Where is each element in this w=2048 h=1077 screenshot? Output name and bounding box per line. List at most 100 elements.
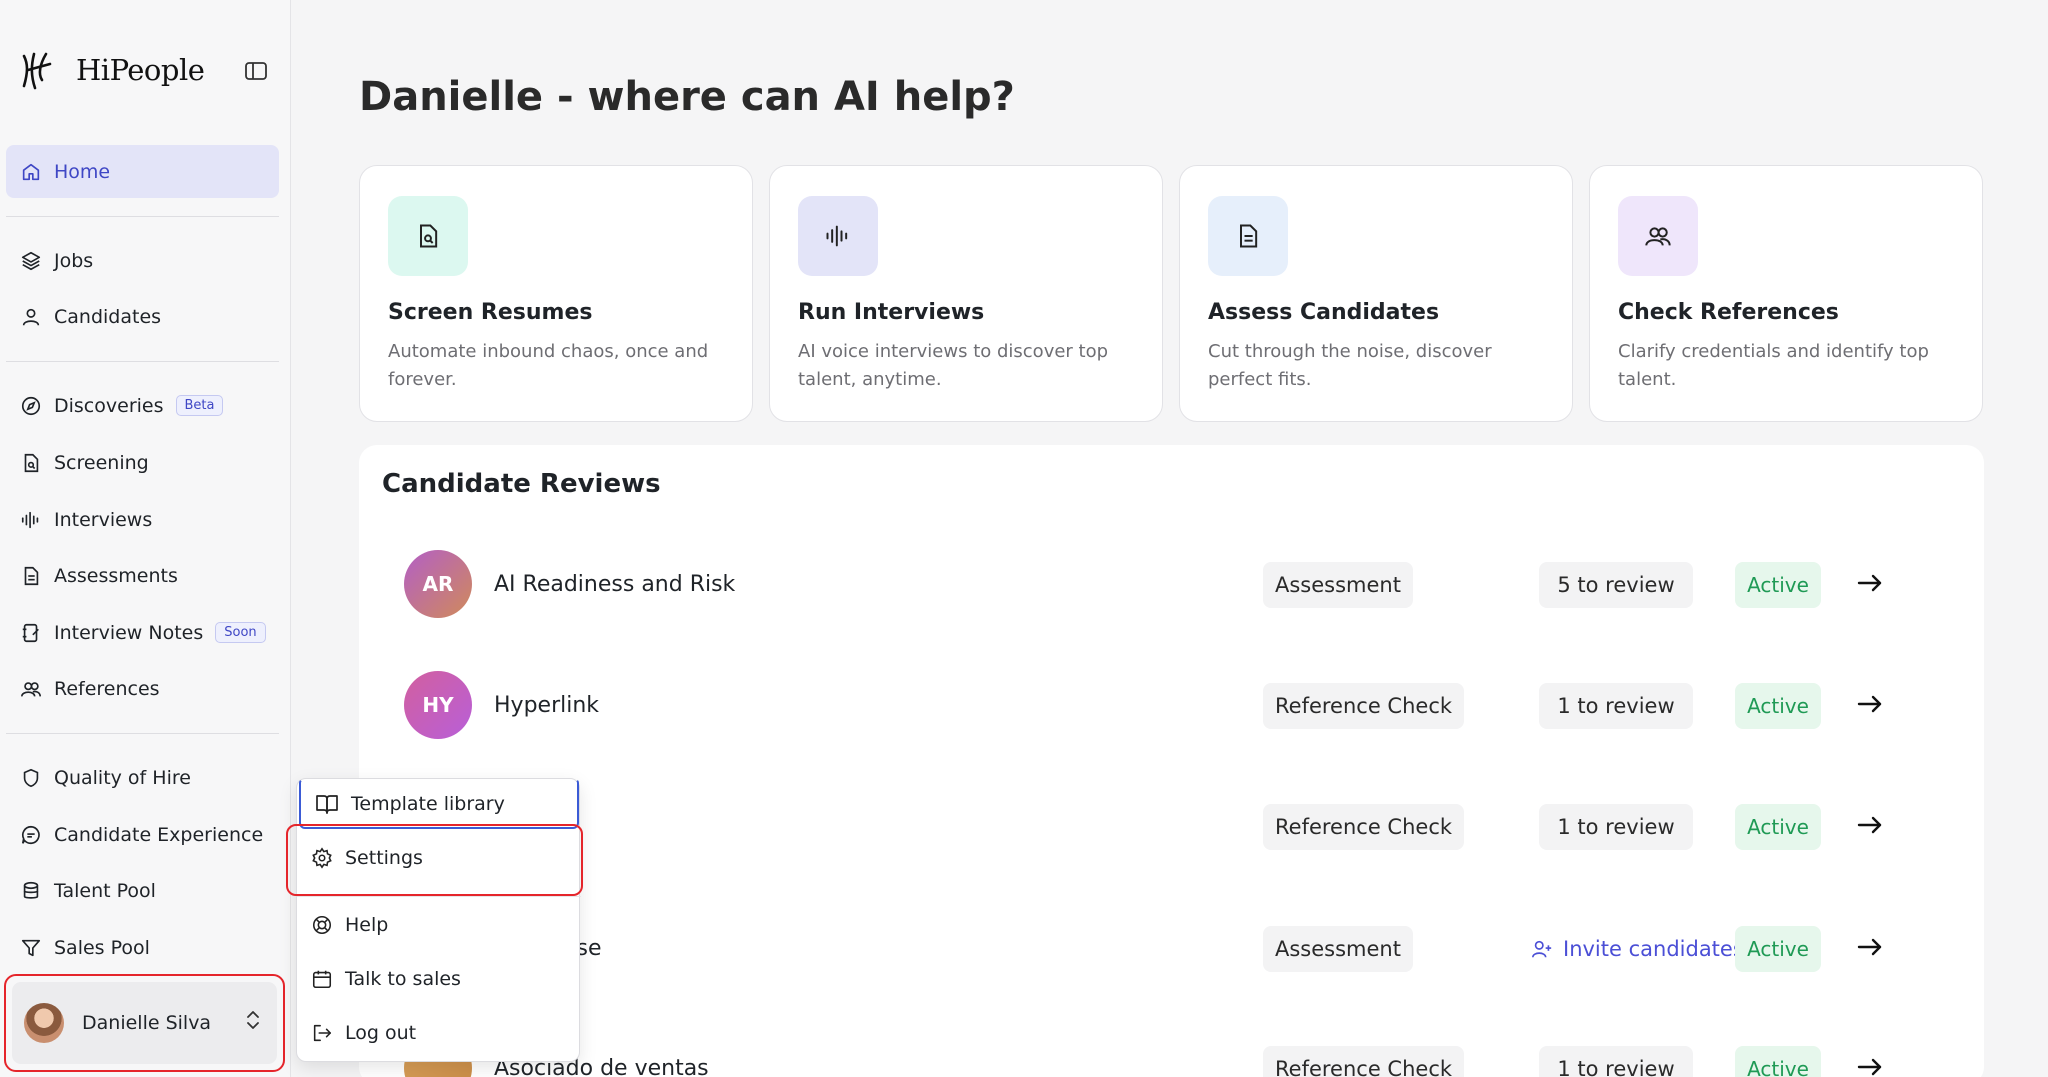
type-tag: Reference Check [1263, 1046, 1465, 1077]
card-description: Cut through the noise, discover perfect … [1208, 341, 1492, 390]
menu-item-label: Template library [351, 793, 505, 815]
type-tag: Assessment [1263, 926, 1413, 972]
menu-item-template-library[interactable]: Template library [299, 779, 579, 829]
table-row[interactable]: AR AI Readiness and Risk Assessment 5 to… [359, 550, 1984, 620]
sidebar: HiPeople Home Jobs Candidates Discoverie… [0, 0, 291, 1077]
users-icon [1645, 227, 1671, 246]
menu-item-log-out[interactable]: Log out [297, 1008, 581, 1058]
user-dropdown-menu: Template library Settings Help Talk to s… [296, 778, 581, 1062]
review-count: 1 to review [1539, 1046, 1693, 1077]
review-count: 1 to review [1539, 804, 1693, 850]
sidebar-item-label: Candidate Experience [54, 823, 264, 846]
settings-highlight [286, 824, 583, 896]
card-screen-resumes[interactable]: Screen Resumes Automate inbound chaos, o… [359, 165, 753, 422]
sidebar-item-assessments[interactable]: Assessments [6, 549, 279, 602]
shield-icon [23, 768, 39, 787]
sidebar-item-label: Sales Pool [54, 936, 150, 959]
database-icon [23, 881, 39, 899]
menu-item-label: Help [345, 914, 389, 936]
status-badge: Active [1735, 562, 1821, 608]
avatar: HY [404, 671, 472, 739]
arrow-right-icon[interactable] [1857, 570, 1883, 596]
card-title: Screen Resumes [388, 300, 593, 325]
sidebar-item-home[interactable]: Home [6, 145, 279, 198]
card-run-interviews[interactable]: Run Interviews AI voice interviews to di… [769, 165, 1163, 422]
sidebar-item-discoveries[interactable]: Discoveries Beta [6, 379, 279, 432]
type-tag: Reference Check [1263, 683, 1465, 729]
logout-icon [313, 1024, 332, 1042]
hipeople-logo-icon [22, 52, 52, 90]
user-icon [22, 308, 40, 326]
sidebar-item-talent-pool[interactable]: Talent Pool [6, 864, 279, 917]
sidebar-item-label: Jobs [54, 249, 94, 272]
user-name: Danielle Silva [82, 1012, 212, 1034]
arrow-right-icon[interactable] [1857, 691, 1883, 717]
status-badge: Active [1735, 1046, 1821, 1077]
brand-name: HiPeople [76, 53, 205, 87]
sidebar-item-references[interactable]: References [6, 662, 279, 715]
card-check-references[interactable]: Check References Clarify credentials and… [1589, 165, 1983, 422]
sidebar-item-jobs[interactable]: Jobs [6, 234, 279, 287]
brand[interactable]: HiPeople [20, 48, 205, 92]
divider [6, 216, 279, 217]
filter-icon [21, 939, 41, 956]
menu-item-help[interactable]: Help [297, 900, 581, 950]
home-icon [22, 163, 40, 180]
sidebar-item-candidate-experience[interactable]: Candidate Experience [6, 808, 279, 861]
menu-item-label: Talk to sales [345, 968, 461, 990]
file-search-icon [420, 224, 438, 248]
invite-label: Invite candidates [1563, 937, 1744, 961]
card-title: Assess Candidates [1208, 300, 1440, 325]
beta-badge: Beta [175, 395, 224, 416]
sidebar-item-screening[interactable]: Screening [6, 436, 279, 489]
arrow-right-icon[interactable] [1857, 812, 1883, 838]
sidebar-item-label: Assessments [54, 564, 178, 587]
layers-icon [21, 251, 41, 270]
row-title: AI Readiness and Risk [494, 572, 736, 597]
menu-item-talk-to-sales[interactable]: Talk to sales [297, 954, 581, 1004]
card-icon-box [388, 196, 468, 276]
candidate-reviews-panel: Candidate Reviews AR AI Readiness and Ri… [359, 445, 1984, 1077]
lifebuoy-icon [312, 915, 332, 935]
compass-icon [21, 396, 41, 415]
sidebar-toggle-icon[interactable] [244, 60, 268, 82]
users-icon [21, 681, 41, 697]
sidebar-item-sales-pool[interactable]: Sales Pool [6, 921, 279, 974]
sidebar-item-quality-of-hire[interactable]: Quality of Hire [6, 751, 279, 804]
card-title: Check References [1618, 300, 1839, 325]
card-description: Automate inbound chaos, once and forever… [388, 341, 709, 390]
user-menu-button[interactable]: Danielle Silva [12, 982, 277, 1064]
sidebar-item-candidates[interactable]: Candidates [6, 290, 279, 343]
sidebar-item-interview-notes[interactable]: Interview Notes Soon [6, 606, 279, 659]
card-assess-candidates[interactable]: Assess Candidates Cut through the noise,… [1179, 165, 1573, 422]
sidebar-item-label: Talent Pool [54, 879, 156, 902]
calendar-icon [312, 970, 332, 989]
arrow-right-icon[interactable] [1857, 1054, 1883, 1077]
card-icon-box [1208, 196, 1288, 276]
sidebar-item-label: Candidates [54, 305, 162, 328]
divider [6, 361, 279, 362]
chevrons-up-down-icon [247, 1011, 259, 1029]
divider [297, 896, 581, 897]
table-row[interactable]: Reference Check 1 to review Active [359, 792, 1984, 862]
table-row[interactable]: red Nurse Assessment Invite candidates A… [359, 914, 1984, 984]
table-row[interactable]: HY Hyperlink Reference Check 1 to review… [359, 671, 1984, 741]
divider [6, 733, 279, 734]
sidebar-item-label: Interview Notes [54, 621, 204, 644]
card-description: Clarify credentials and identify top tal… [1618, 341, 1929, 390]
arrow-right-icon[interactable] [1857, 934, 1883, 960]
book-open-icon [316, 795, 338, 814]
status-badge: Active [1735, 926, 1821, 972]
document-icon [24, 566, 39, 585]
sidebar-item-interviews[interactable]: Interviews [6, 493, 279, 546]
card-icon-box [1618, 196, 1698, 276]
avatar [24, 1003, 64, 1043]
table-row[interactable]: AD Asociado de ventas Reference Check 1 … [359, 1034, 1984, 1077]
type-tag: Assessment [1263, 562, 1413, 608]
invite-candidates-link[interactable]: Invite candidates [1531, 926, 1744, 972]
card-description: AI voice interviews to discover top tale… [798, 341, 1109, 390]
sidebar-item-label: Screening [54, 451, 149, 474]
user-menu-highlight: Danielle Silva [4, 974, 285, 1072]
review-count: 1 to review [1539, 683, 1693, 729]
document-icon [1240, 224, 1258, 248]
